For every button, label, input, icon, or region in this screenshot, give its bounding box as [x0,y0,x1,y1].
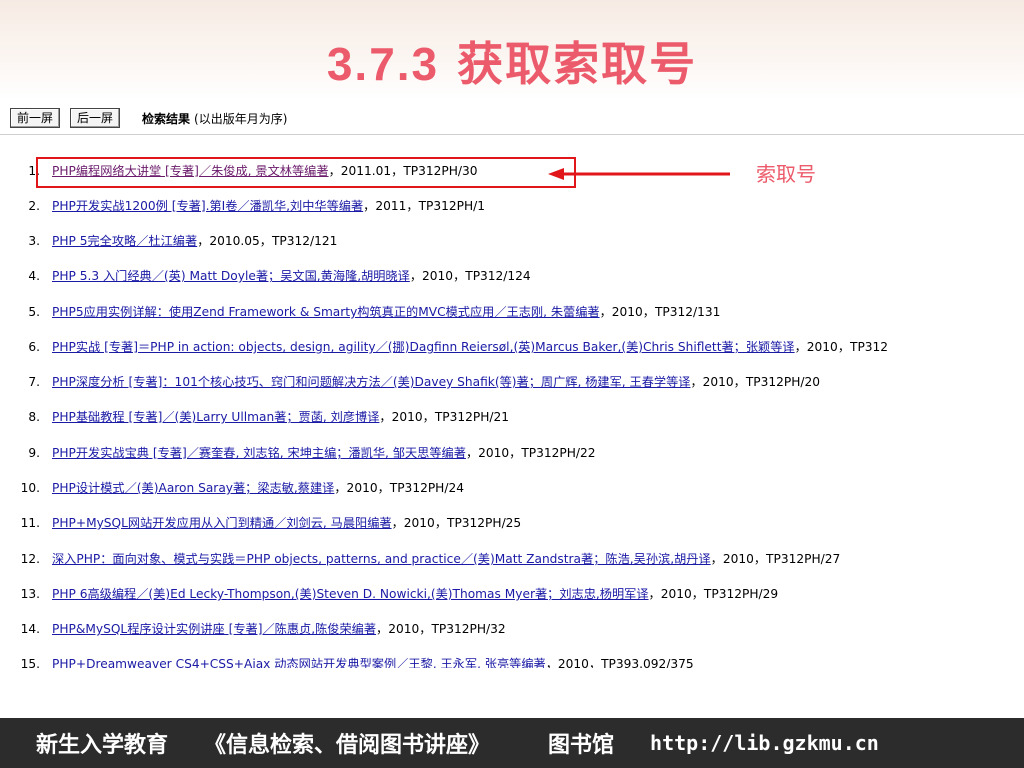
footer-event: 新生入学教育 [36,733,169,758]
result-call-number: ，2010，TP312PH/22 [465,446,596,460]
footer-lecture-title: 《信息检索、借阅图书讲座》 [204,733,491,758]
result-title-link[interactable]: PHP基础教程 [专著]／(美)Larry Ullman著；贾菡, 刘彦博译 [52,410,379,424]
result-call-number: ，2010，TP312PH/29 [648,587,779,601]
result-row: 8. PHP基础教程 [专著]／(美)Larry Ullman著；贾菡, 刘彦博译… [0,408,1024,426]
callout-arrow-icon [548,168,730,180]
result-index: 10. [20,481,40,495]
result-call-number: ，2010.05，TP312/121 [197,234,338,248]
result-call-number: ，2010，TP312PH/25 [391,516,522,530]
result-index: 1. [28,164,40,178]
call-number-callout: 索取号 [756,162,816,186]
result-index: 14. [20,622,40,636]
result-index: 13. [20,587,40,601]
result-call-number: ，2010，TP393.092/375 [545,657,694,668]
result-row: 6. PHP实战 [专著]＝PHP in action: objects, des… [0,338,1024,356]
result-row: 7. PHP深度分析 [专著]：101个核心技巧、窍门和问题解决方法／(美)Dav… [0,373,1024,391]
result-title-link[interactable]: PHP开发实战宝典 [专著]／赛奎春, 刘志铭, 宋坤主编；潘凯华, 邹天思等编… [52,446,466,460]
result-call-number: ，2010，TP312PH/21 [379,410,509,424]
result-row: 11. PHP+MySQL网站开发应用从入门到精通／刘剑云, 马晨阳编著，2010… [0,514,1024,532]
result-title-link[interactable]: PHP 5.3 入门经典／(英) Matt Doyle著；吴文国,黄海隆,胡明晓… [52,269,410,283]
previous-screen-button[interactable]: 前一屏 [10,108,61,128]
result-row: 12. 深入PHP：面向对象、模式与实践＝PHP objects, pattern… [0,550,1024,568]
result-row: 5. PHP5应用实例详解：使用Zend Framework & Smarty构筑… [0,303,1024,321]
footer-library: 图书馆 [548,733,615,758]
result-title-link[interactable]: PHP+Dreamweaver CS4+CSS+Ajax 动态网站开发典型案例／… [52,657,546,668]
result-row: 15. PHP+Dreamweaver CS4+CSS+Ajax 动态网站开发典型… [0,655,1024,668]
result-title-link[interactable]: PHP深度分析 [专著]：101个核心技巧、窍门和问题解决方法／(美)Davey… [52,375,690,389]
result-call-number: ，2010，TP312PH/24 [334,481,464,495]
next-screen-button[interactable]: 后一屏 [70,108,121,128]
result-index: 5. [28,305,40,319]
result-title-link[interactable]: PHP+MySQL网站开发应用从入门到精通／刘剑云, 马晨阳编著 [52,516,392,530]
slide-title: 3.7.3 获取索取号 [0,36,1024,92]
result-title-link[interactable]: PHP5应用实例详解：使用Zend Framework & Smarty构筑真正… [52,305,600,319]
sort-note: (以出版年月为序) [194,111,288,126]
result-call-number: ，2010，TP312PH/27 [710,552,841,566]
result-row: 14. PHP&MySQL程序设计实例讲座 [专著]／陈惠贞,陈俊荣编著，2010… [0,620,1024,638]
result-row: 2. PHP开发实战1200例 [专著].第Ⅰ卷／潘凯华,刘中华等编著，2011，… [0,197,1024,215]
footer-bar: 新生入学教育 《信息检索、借阅图书讲座》 图书馆 http://lib.gzkm… [0,718,1024,768]
result-index: 2. [28,199,40,213]
call-number-highlight-box [36,157,576,188]
result-index: 6. [28,340,40,354]
result-call-number: ，2010，TP312/131 [599,305,721,319]
result-call-number: ，2010，TP312 [794,340,889,354]
results-toolbar: 前一屏 后一屏 检索结果 (以出版年月为序) [10,107,287,129]
toolbar-divider [0,134,1024,135]
result-row: 3. PHP 5完全攻略／杜江编著，2010.05，TP312/121 [0,232,1024,250]
result-index: 11. [20,516,40,530]
result-call-number: ，2010，TP312PH/32 [376,622,506,636]
result-index: 3. [28,234,40,248]
result-index: 4. [28,269,40,283]
result-title-link[interactable]: PHP&MySQL程序设计实例讲座 [专著]／陈惠贞,陈俊荣编著 [52,622,376,636]
result-title-link[interactable]: PHP开发实战1200例 [专著].第Ⅰ卷／潘凯华,刘中华等编著 [52,199,363,213]
slide-title-number: 3.7.3 [326,38,440,90]
result-row: 13. PHP 6高级编程／(美)Ed Lecky-Thompson,(美)Ste… [0,585,1024,603]
result-index: 12. [20,552,40,566]
results-list: 1. PHP编程网络大讲堂 [专著]／朱俊成, 景文林等编著，2011.01，TP… [0,158,1024,668]
result-index: 8. [28,410,40,424]
result-title-link[interactable]: PHP设计模式／(美)Aaron Saray著；梁志敏,蔡建译 [52,481,334,495]
result-row: 10. PHP设计模式／(美)Aaron Saray著；梁志敏,蔡建译，2010，… [0,479,1024,497]
results-heading: 检索结果 [142,111,191,126]
result-row: 4. PHP 5.3 入门经典／(英) Matt Doyle著；吴文国,黄海隆,胡… [0,267,1024,285]
result-row: 9. PHP开发实战宝典 [专著]／赛奎春, 刘志铭, 宋坤主编；潘凯华, 邹天思… [0,444,1024,462]
result-call-number: ，2010，TP312/124 [409,269,531,283]
result-index: 15. [20,657,40,668]
result-index: 9. [28,446,40,460]
slide-title-text: 获取索取号 [439,37,698,91]
result-title-link[interactable]: PHP 5完全攻略／杜江编著 [52,234,197,248]
footer-url[interactable]: http://lib.gzkmu.cn [650,731,879,755]
result-index: 7. [28,375,40,389]
result-call-number: ，2011，TP312PH/1 [363,199,485,213]
result-title-link[interactable]: PHP 6高级编程／(美)Ed Lecky-Thompson,(美)Steven… [52,587,649,601]
result-title-link[interactable]: PHP实战 [专著]＝PHP in action: objects, desig… [52,340,795,354]
result-title-link[interactable]: 深入PHP：面向对象、模式与实践＝PHP objects, patterns, … [52,552,711,566]
result-call-number: ，2010，TP312PH/20 [690,375,821,389]
